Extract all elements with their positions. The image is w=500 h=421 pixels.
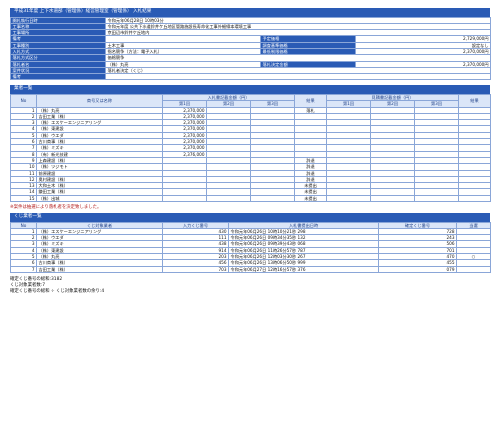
kuji-table: No くじ対象業者 入力くじ番号 入札書提出日時 確定くじ番号 当選 1 （株）エ… (10, 221, 491, 273)
page: 平成31年度 上下水道部（管理係）経営管理室（管理係） 入札結果 開札執行日時 … (10, 8, 492, 296)
bid-round1 (162, 194, 207, 203)
lottery-remainder: 確定くじ番号の総和 ÷ くじ対象業者数の余り:4 (10, 289, 105, 295)
bidder-row: 15 （株）出城 未提出 (10, 194, 491, 203)
info-label: 備考 (10, 73, 106, 81)
est-round1 (326, 194, 371, 203)
kuji-no: 7 (10, 265, 37, 273)
page-title: 平成31年度 上下水道部（管理係）経営管理室（管理係） 入札結果 (10, 8, 490, 17)
col-name: 商号又は名称 (36, 93, 163, 108)
est-round2 (370, 194, 415, 203)
kuji-row: 7 吉田工業（株） 703 令和元年06月27日 12時16分57秒 376 079 (10, 265, 491, 273)
bid-round3 (250, 194, 295, 203)
kuji-submit-date: 令和元年06月27日 12時16分57秒 376 (228, 265, 379, 273)
lottery-summary: 確定くじ番号の総和:3182 くじ対象業者数:7 確定くじ番号の総和 ÷ くじ対… (10, 277, 490, 296)
est-result (458, 194, 491, 203)
kuji-confirmed-number: 079 (378, 265, 457, 273)
est-round3 (414, 194, 459, 203)
bidder-no: 15 (10, 194, 37, 203)
col-no: No (10, 93, 37, 108)
kuji-bidder-name: 吉田工業（株） (36, 265, 163, 273)
info-value (104, 73, 492, 81)
col-result2: 結果 (458, 93, 491, 108)
bidder-name: （株）出城 (36, 194, 163, 203)
info-row: 備考 (10, 73, 492, 81)
col-result: 結果 (294, 93, 327, 108)
bid-result: 未提出 (294, 194, 327, 203)
bidders-section-title: 業者一覧 (10, 85, 490, 94)
result-info-table: 開札執行日時 令和元年06月28日 10時03分 工事名称 令和元年度 公共下水… (10, 16, 492, 81)
bidders-table: No 商号又は名称 入札書記載金額（円） 結果 見積書記載金額（円） 結果 第1… (10, 93, 491, 203)
bid-round2 (206, 194, 251, 203)
lottery-note: ※案件は抽選により落札者を決定致しました。 (10, 205, 102, 211)
kuji-input-number: 703 (162, 265, 229, 273)
kuji-winner-mark (456, 265, 491, 273)
kuji-section-title: くじ業者一覧 (10, 213, 490, 222)
